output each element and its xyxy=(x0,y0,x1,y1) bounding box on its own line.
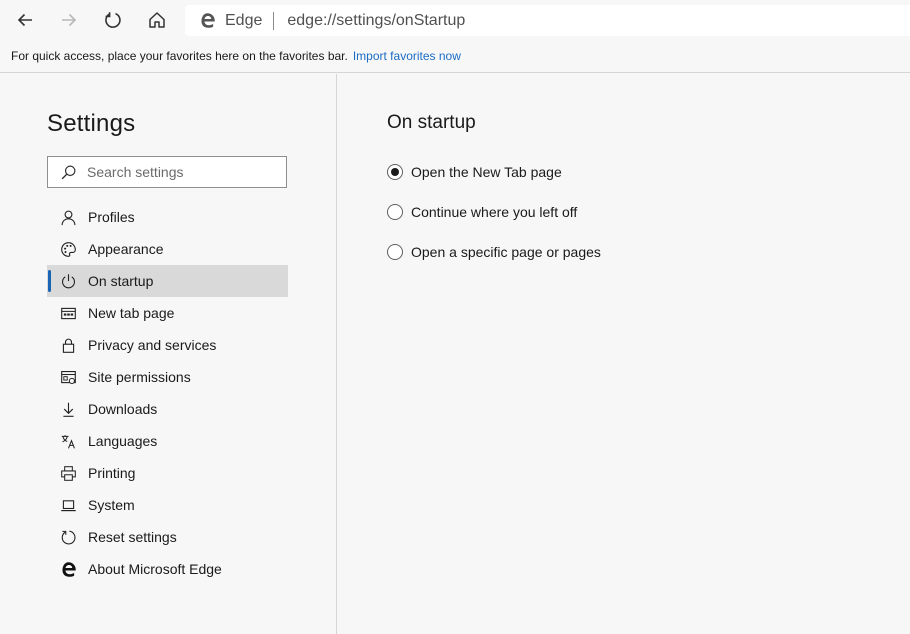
sidebar-item-label: Profiles xyxy=(88,209,135,225)
sidebar-item-languages[interactable]: Languages xyxy=(47,425,288,457)
sidebar-item-label: System xyxy=(88,497,135,513)
browser-toolbar: Edge edge://settings/onStartup xyxy=(0,0,910,40)
startup-option-specific-pages[interactable]: Open a specific page or pages xyxy=(387,242,601,262)
settings-nav-list: Profiles Appearance On startup New tab p… xyxy=(47,201,288,585)
power-icon xyxy=(59,272,77,290)
sidebar-item-label: Appearance xyxy=(88,241,164,257)
startup-option-continue[interactable]: Continue where you left off xyxy=(387,202,577,222)
sidebar-item-label: About Microsoft Edge xyxy=(88,561,222,577)
startup-option-new-tab[interactable]: Open the New Tab page xyxy=(387,162,562,182)
lock-icon xyxy=(59,336,77,354)
languages-icon xyxy=(59,432,77,450)
address-bar-label: Edge xyxy=(225,11,263,29)
forward-arrow-icon xyxy=(62,13,77,27)
address-url[interactable]: edge://settings/onStartup xyxy=(287,12,465,30)
site-permissions-icon xyxy=(59,368,77,386)
forward-button[interactable] xyxy=(55,6,83,34)
address-separator xyxy=(273,11,275,30)
sidebar-item-site-permissions[interactable]: Site permissions xyxy=(47,361,288,393)
sidebar-item-on-startup[interactable]: On startup xyxy=(47,265,288,297)
sidebar-item-label: Privacy and services xyxy=(88,337,217,353)
sidebar-item-reset-settings[interactable]: Reset settings xyxy=(47,521,288,553)
home-button[interactable] xyxy=(143,6,171,34)
sidebar-item-printing[interactable]: Printing xyxy=(47,457,288,489)
settings-title: Settings xyxy=(47,110,136,137)
radio-button-selected[interactable] xyxy=(387,164,403,180)
radio-button[interactable] xyxy=(387,204,403,220)
startup-option-label: Continue where you left off xyxy=(411,204,578,220)
search-icon xyxy=(61,165,76,179)
sidebar-item-label: Downloads xyxy=(88,401,158,417)
refresh-button[interactable] xyxy=(99,6,127,34)
palette-icon xyxy=(59,240,77,258)
sidebar-item-profiles[interactable]: Profiles xyxy=(47,201,288,233)
sidebar-item-system[interactable]: System xyxy=(47,489,288,521)
sidebar-item-privacy[interactable]: Privacy and services xyxy=(47,329,288,361)
startup-option-label: Open the New Tab page xyxy=(411,164,562,180)
favorites-bar: For quick access, place your favorites h… xyxy=(0,40,910,73)
sidebar-item-label: Reset settings xyxy=(88,529,177,545)
address-bar[interactable]: Edge edge://settings/onStartup xyxy=(185,5,910,36)
sidebar-item-appearance[interactable]: Appearance xyxy=(47,233,288,265)
page-title: On startup xyxy=(387,112,476,133)
sidebar-item-label: Site permissions xyxy=(88,369,191,385)
edge-logo-icon xyxy=(59,560,77,578)
sidebar-item-label: On startup xyxy=(88,273,154,289)
sidebar-item-label: New tab page xyxy=(88,305,175,321)
download-icon xyxy=(59,400,77,418)
sidebar-item-new-tab-page[interactable]: New tab page xyxy=(47,297,288,329)
person-icon xyxy=(59,208,77,226)
import-favorites-link[interactable]: Import favorites now xyxy=(353,49,461,63)
search-settings-box[interactable] xyxy=(47,156,287,188)
radio-button[interactable] xyxy=(387,244,403,260)
settings-sidebar: Settings Profiles Appearance On startup … xyxy=(0,74,337,634)
startup-option-label: Open a specific page or pages xyxy=(411,244,601,260)
refresh-icon xyxy=(105,12,121,28)
printer-icon xyxy=(59,464,77,482)
reset-icon xyxy=(59,528,77,546)
favorites-bar-message: For quick access, place your favorites h… xyxy=(11,49,348,63)
laptop-icon xyxy=(59,496,77,514)
search-settings-input[interactable] xyxy=(87,164,267,180)
sidebar-item-downloads[interactable]: Downloads xyxy=(47,393,288,425)
back-button[interactable] xyxy=(11,6,39,34)
back-arrow-icon xyxy=(17,13,32,27)
sidebar-item-label: Languages xyxy=(88,433,158,449)
sidebar-item-about-edge[interactable]: About Microsoft Edge xyxy=(47,553,288,585)
home-icon xyxy=(149,12,165,28)
edge-logo-icon xyxy=(201,13,215,28)
sidebar-item-label: Printing xyxy=(88,465,136,481)
new-tab-icon xyxy=(59,304,77,322)
